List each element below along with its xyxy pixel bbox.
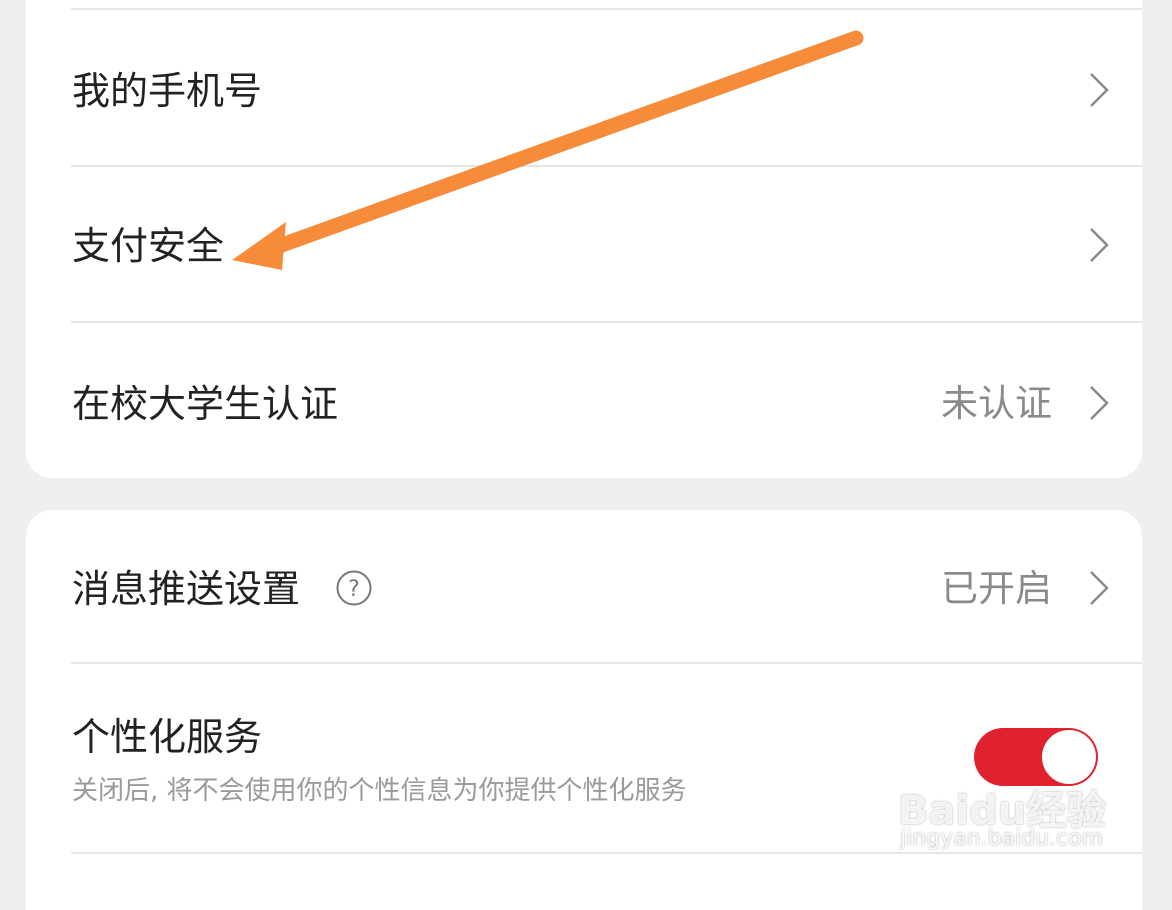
- row-label: 我的手机号: [72, 69, 263, 113]
- chevron-right-icon: [1090, 571, 1109, 605]
- account-settings-card: 我的手机号 支付安全 在校大学生认证 未认证: [26, 0, 1142, 478]
- row-label: 个性化服务: [72, 715, 263, 759]
- push-status: 已开启: [941, 567, 1052, 610]
- row-push-settings[interactable]: 消息推送设置 ? 已开启: [26, 510, 1142, 662]
- chevron-right-icon: [1090, 228, 1109, 262]
- verification-status: 未认证: [941, 382, 1052, 425]
- row-label: 消息推送设置: [72, 567, 301, 611]
- row-my-phone[interactable]: 我的手机号: [26, 10, 1142, 165]
- toggle-knob: [1042, 730, 1096, 784]
- question-circle-icon[interactable]: ?: [336, 570, 372, 606]
- divider: [71, 852, 1142, 854]
- row-description: 关闭后, 将不会使用你的个性信息为你提供个性化服务: [72, 776, 687, 806]
- chevron-right-icon: [1090, 73, 1109, 107]
- row-student-verification[interactable]: 在校大学生认证 未认证: [26, 323, 1142, 478]
- svg-text:?: ?: [348, 577, 360, 602]
- row-label: 在校大学生认证: [72, 382, 339, 426]
- chevron-right-icon: [1090, 386, 1109, 420]
- baidu-watermark-url: jingyan.baidu.com: [900, 826, 1104, 851]
- row-payment-security[interactable]: 支付安全: [26, 167, 1142, 321]
- row-label: 支付安全: [72, 224, 225, 268]
